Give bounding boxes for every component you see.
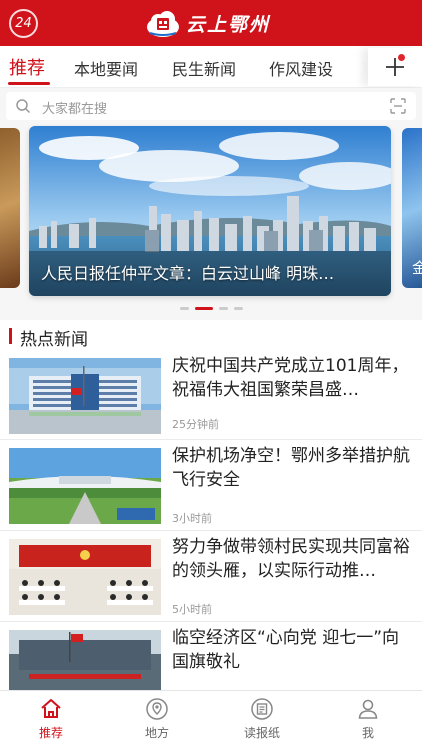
- news-title: 临空经济区“心向党 迎七一”向国旗敬礼: [172, 628, 400, 672]
- carousel-slide-title: 人民日报任仲平文章：白云过山峰 明珠…: [41, 264, 335, 283]
- home-icon: [41, 699, 61, 718]
- news-time: 5小时前: [172, 603, 212, 616]
- scan-icon[interactable]: [390, 98, 406, 114]
- search-placeholder: 大家都在搜: [42, 102, 108, 117]
- carousel-next-slide[interactable]: 金: [402, 128, 422, 288]
- news-time: 25分钟前: [172, 418, 219, 431]
- active-tab-indicator: [8, 82, 50, 85]
- location-icon: [146, 698, 168, 720]
- channel-tabs: 推荐 本地要闻 民生新闻 作风建设 鄂: [0, 46, 422, 88]
- carousel-dot[interactable]: [218, 307, 228, 310]
- section-marker: [9, 328, 12, 344]
- bottom-navigation: 推荐 地方 读报纸 我: [0, 690, 422, 750]
- news-thumbnail: [9, 630, 161, 690]
- carousel-prev-slide[interactable]: [0, 128, 20, 288]
- nav-newspaper[interactable]: 读报纸: [222, 695, 302, 745]
- newspaper-icon: [251, 698, 273, 720]
- nav-label: 地方: [144, 726, 169, 740]
- search-bar-area: 大家都在搜: [0, 88, 422, 124]
- nav-label: 读报纸: [243, 726, 280, 740]
- news-thumbnail: [9, 448, 161, 524]
- cloud-logo-icon: [147, 11, 179, 37]
- news-title: 庆祝中国共产党成立101周年，祝福伟大祖国繁荣昌盛…: [172, 356, 409, 400]
- news-thumbnail: [9, 539, 161, 615]
- app-name: 云上鄂州: [186, 13, 271, 36]
- carousel-dot[interactable]: [233, 307, 243, 310]
- nav-me[interactable]: 我: [328, 695, 408, 745]
- 24-hours-badge[interactable]: 24: [9, 9, 38, 38]
- next-slide-peek-text: 金: [412, 259, 422, 277]
- tab-recommend[interactable]: 推荐: [9, 54, 45, 80]
- nav-label: 我: [361, 726, 374, 740]
- news-item[interactable]: 保护机场净空！鄂州多举措护航飞行安全 3小时前: [0, 440, 422, 531]
- tab-livelihood-news[interactable]: 民生新闻: [172, 56, 236, 80]
- search-input[interactable]: 大家都在搜: [6, 92, 416, 120]
- app-logo: 云上鄂州: [146, 7, 270, 39]
- news-thumbnail: [9, 358, 161, 434]
- search-icon: [16, 99, 31, 114]
- hot-news-header: 热点新闻: [0, 320, 422, 350]
- tab-work-style[interactable]: 作风建设: [269, 56, 333, 80]
- nav-local[interactable]: 地方: [117, 695, 197, 745]
- carousel-dot[interactable]: [179, 307, 189, 310]
- news-time: 3小时前: [172, 512, 212, 525]
- carousel-indicator: [0, 307, 422, 311]
- banner-carousel[interactable]: 人民日报任仲平文章：白云过山峰 明珠… 金: [0, 124, 422, 320]
- news-title: 努力争做带领村民实现共同富裕的领头雁，以实际行动推…: [172, 537, 410, 581]
- nav-label: 推荐: [38, 726, 63, 740]
- tab-local-news[interactable]: 本地要闻: [74, 56, 138, 80]
- news-item[interactable]: 庆祝中国共产党成立101周年，祝福伟大祖国繁荣昌盛… 25分钟前: [0, 350, 422, 440]
- nav-recommend[interactable]: 推荐: [11, 695, 91, 745]
- user-icon: [358, 699, 378, 719]
- news-title: 保护机场净空！鄂州多举措护航飞行安全: [172, 446, 410, 490]
- notification-dot: [398, 54, 405, 61]
- news-item[interactable]: 临空经济区“心向党 迎七一”向国旗敬礼: [0, 622, 422, 690]
- app-header: 24 云上鄂州: [0, 0, 422, 46]
- news-item[interactable]: 努力争做带领村民实现共同富裕的领头雁，以实际行动推… 5小时前: [0, 531, 422, 622]
- tabs-fade-overlay: [330, 46, 368, 87]
- add-channel-button[interactable]: [368, 48, 422, 86]
- hot-news-title: 热点新闻: [20, 330, 88, 350]
- carousel-dot-active[interactable]: [194, 307, 213, 310]
- carousel-active-slide[interactable]: 人民日报任仲平文章：白云过山峰 明珠…: [29, 126, 391, 296]
